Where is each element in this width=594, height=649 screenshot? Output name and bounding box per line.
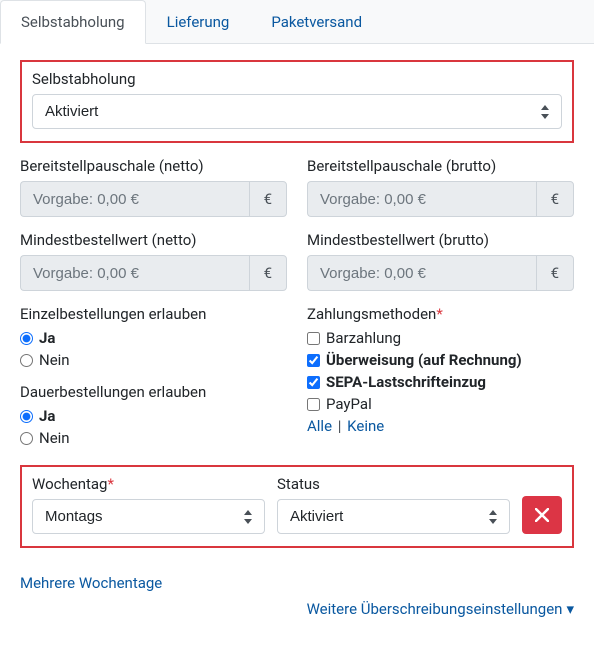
euro-addon: € bbox=[536, 181, 574, 217]
selbstabholung-label: Selbstabholung bbox=[32, 70, 562, 88]
tab-paketversand[interactable]: Paketversand bbox=[250, 0, 383, 44]
tab-bar: Selbstabholung Lieferung Paketversand bbox=[0, 0, 594, 44]
single-no-radio[interactable] bbox=[20, 354, 33, 367]
bp-brutto-input[interactable] bbox=[307, 181, 536, 217]
tab-selbstabholung[interactable]: Selbstabholung bbox=[0, 0, 146, 44]
panel: Selbstabholung Aktiviert Bereitstellpaus… bbox=[0, 44, 594, 568]
euro-addon: € bbox=[249, 255, 287, 291]
recurring-yes-radio[interactable] bbox=[20, 410, 33, 423]
close-icon bbox=[535, 508, 549, 522]
weekday-label: Wochentag* bbox=[32, 475, 265, 493]
recurring-orders-label: Dauerbestellungen erlauben bbox=[20, 383, 287, 401]
caret-down-icon: ▾ bbox=[566, 600, 574, 618]
single-yes-radio[interactable] bbox=[20, 332, 33, 345]
payments-label: Zahlungsmethoden* bbox=[307, 305, 574, 323]
recurring-yes-label: Ja bbox=[39, 407, 55, 425]
separator: | bbox=[334, 417, 345, 435]
payment-paypal-checkbox[interactable] bbox=[307, 398, 320, 411]
weekday-select[interactable]: Montags bbox=[32, 499, 265, 534]
highlight-weekday: Wochentag* Montags Status Aktiviert bbox=[20, 465, 574, 548]
payment-sepa-checkbox[interactable] bbox=[307, 376, 320, 389]
euro-addon: € bbox=[249, 181, 287, 217]
mov-brutto-input[interactable] bbox=[307, 255, 536, 291]
more-overrides-link[interactable]: Weitere Überschreibungseinstellungen▾ bbox=[307, 600, 574, 618]
payment-ueberweisung-label: Überweisung (auf Rechnung) bbox=[326, 351, 522, 369]
payment-barzahlung-label: Barzahlung bbox=[326, 329, 401, 347]
status-select[interactable]: Aktiviert bbox=[277, 499, 510, 534]
payment-paypal-label: PayPal bbox=[326, 395, 372, 413]
selbstabholung-select[interactable]: Aktiviert bbox=[32, 94, 562, 129]
euro-addon: € bbox=[536, 255, 574, 291]
payment-barzahlung-checkbox[interactable] bbox=[307, 332, 320, 345]
payment-ueberweisung-checkbox[interactable] bbox=[307, 354, 320, 367]
recurring-no-label: Nein bbox=[39, 429, 70, 447]
multiple-weekdays-link[interactable]: Mehrere Wochentage bbox=[0, 574, 162, 592]
mov-netto-input[interactable] bbox=[20, 255, 249, 291]
mov-brutto-label: Mindestbestellwert (brutto) bbox=[307, 231, 574, 249]
mov-netto-label: Mindestbestellwert (netto) bbox=[20, 231, 287, 249]
bp-netto-label: Bereitstellpauschale (netto) bbox=[20, 157, 287, 175]
delete-button[interactable] bbox=[522, 496, 562, 534]
highlight-selbstabholung: Selbstabholung Aktiviert bbox=[20, 60, 574, 143]
status-label: Status bbox=[277, 475, 510, 493]
bp-brutto-label: Bereitstellpauschale (brutto) bbox=[307, 157, 574, 175]
recurring-no-radio[interactable] bbox=[20, 432, 33, 445]
payment-sepa-label: SEPA-Lastschrifteinzug bbox=[326, 373, 486, 391]
bp-netto-input[interactable] bbox=[20, 181, 249, 217]
single-orders-label: Einzelbestellungen erlauben bbox=[20, 305, 287, 323]
single-no-label: Nein bbox=[39, 351, 70, 369]
payments-all-link[interactable]: Alle bbox=[307, 417, 332, 435]
payments-none-link[interactable]: Keine bbox=[347, 417, 384, 435]
tab-lieferung[interactable]: Lieferung bbox=[146, 0, 251, 44]
single-yes-label: Ja bbox=[39, 329, 55, 347]
